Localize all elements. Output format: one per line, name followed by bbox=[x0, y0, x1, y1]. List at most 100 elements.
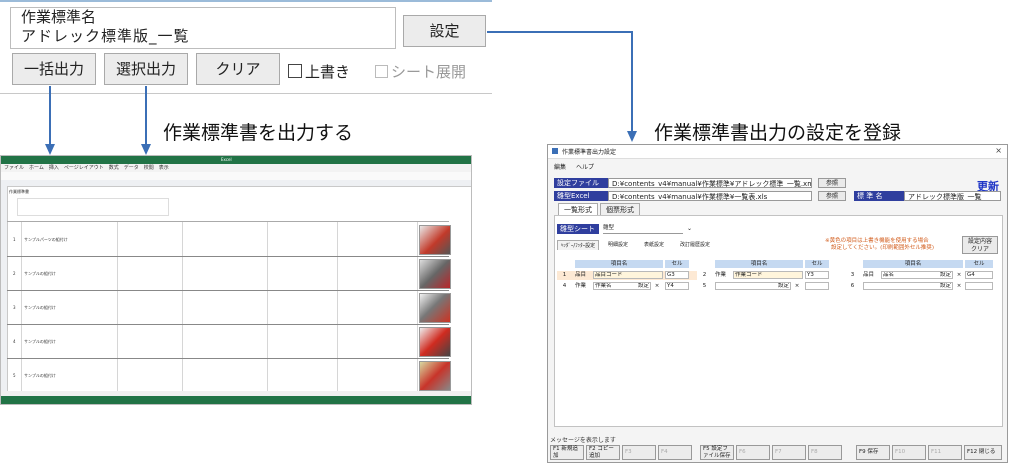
settings-file-browse-button[interactable]: 参照 bbox=[818, 178, 846, 188]
photo-image bbox=[419, 293, 451, 323]
arrow-down-icon bbox=[45, 144, 55, 155]
clear-x-icon[interactable]: × bbox=[653, 282, 661, 291]
item-name-field[interactable]: 作業名 設定 bbox=[593, 282, 651, 290]
item-name-field[interactable]: 設定 bbox=[863, 282, 953, 290]
function-key-bar: F1 新規追加 F2 コピー追加 F3 F4 F5 設定ファイル保存 F6 F7… bbox=[550, 445, 1005, 460]
template-sheet-select[interactable]: 雛型 bbox=[603, 224, 683, 234]
excel-ribbon-tabs: ファイル ホーム 挿入 ページレイアウト 数式 データ 校閲 表示 bbox=[1, 164, 471, 172]
bulk-output-button[interactable]: 一括出力 bbox=[12, 53, 96, 85]
item-name-field[interactable]: 設定 bbox=[715, 282, 791, 290]
col-header-cell: セル bbox=[965, 260, 993, 268]
row-no: 1 bbox=[562, 272, 567, 278]
grid-row-line bbox=[7, 290, 449, 291]
excel-status-bar bbox=[1, 396, 471, 404]
row-no: 5 bbox=[702, 283, 707, 289]
grid-row-line bbox=[7, 358, 449, 359]
standard-name-label: 作業標準名 bbox=[21, 8, 97, 26]
excel-info-block bbox=[17, 198, 169, 216]
set-label[interactable]: 設定 bbox=[940, 283, 951, 289]
excel-column-header bbox=[1, 180, 471, 187]
panel-top-border bbox=[0, 0, 492, 2]
row-no: 6 bbox=[850, 283, 855, 289]
overwrite-checkbox[interactable] bbox=[288, 64, 302, 78]
excel-row-label: サンプルパーツの組付け bbox=[24, 237, 68, 242]
template-excel-input[interactable]: D:¥contents_v4¥manual¥作業標準¥一覧表.xls bbox=[608, 191, 812, 201]
settings-file-input[interactable]: D:¥contents_v4¥manual¥作業標準¥アドレック標準_一覧.xm… bbox=[608, 178, 812, 188]
clear-button[interactable]: クリア bbox=[196, 53, 280, 85]
menu-help[interactable]: ヘルプ bbox=[576, 164, 594, 171]
panel-bottom-border bbox=[0, 93, 492, 94]
cell-field[interactable]: Y3 bbox=[805, 271, 829, 279]
cell-field[interactable]: G3 bbox=[665, 271, 689, 279]
close-icon[interactable]: × bbox=[995, 146, 1002, 155]
cell-field[interactable]: G4 bbox=[965, 271, 993, 279]
selected-output-button[interactable]: 選択出力 bbox=[104, 53, 188, 85]
photo-image bbox=[419, 361, 451, 391]
settings-button[interactable]: 設定 bbox=[403, 15, 486, 47]
item-kind: 品目 bbox=[575, 272, 587, 278]
cell-field[interactable]: Y4 bbox=[665, 282, 689, 290]
menu-bar: 編集 ヘルプ bbox=[554, 162, 602, 171]
clear-x-icon[interactable]: × bbox=[955, 271, 963, 280]
item-name-value: 品名 bbox=[883, 272, 895, 278]
set-label[interactable]: 設定 bbox=[778, 283, 789, 289]
f7-button: F7 bbox=[772, 445, 806, 460]
photo-image bbox=[419, 225, 451, 255]
standard-name-value[interactable]: アドレック標準版_一覧 bbox=[21, 25, 190, 46]
cell-field[interactable] bbox=[965, 282, 993, 290]
settings-file-label: 設定ファイル bbox=[554, 178, 608, 188]
subtab-revision[interactable]: 改訂履歴設定 bbox=[673, 240, 717, 250]
cell-field[interactable] bbox=[805, 282, 829, 290]
template-excel-browse-button[interactable]: 参照 bbox=[818, 191, 846, 201]
f5-save-settings-button[interactable]: F5 設定ファイル保存 bbox=[700, 445, 734, 460]
set-label[interactable]: 設定 bbox=[940, 272, 951, 278]
set-label[interactable]: 設定 bbox=[638, 283, 649, 289]
subtab-cover[interactable]: 表紙設定 bbox=[639, 240, 669, 250]
f12-close-button[interactable]: F12 閉じる bbox=[964, 445, 1002, 460]
item-name-value: 作業名 bbox=[595, 283, 612, 289]
f2-copy-button[interactable]: F2 コピー追加 bbox=[586, 445, 620, 460]
excel-row-label: サンプルの組付け bbox=[24, 271, 56, 276]
caption-settings: 作業標準書出力の設定を登録 bbox=[654, 122, 902, 144]
sheet-expand-label: シート展開 bbox=[391, 63, 467, 81]
template-sheet-label: 雛型シート名 bbox=[557, 224, 599, 243]
excel-row-no: 2 bbox=[13, 271, 16, 276]
subtab-detail[interactable]: 明細設定 bbox=[603, 240, 633, 250]
subtab-header-footer[interactable]: ﾍｯﾀﾞｰ/ﾌｯﾀｰ設定 bbox=[557, 240, 599, 250]
excel-row-no: 1 bbox=[13, 237, 16, 242]
excel-row-no: 5 bbox=[13, 373, 16, 378]
clear-settings-button[interactable]: 設定内容 クリア bbox=[962, 236, 998, 254]
grid-col-line bbox=[21, 222, 22, 392]
grid-col-line bbox=[417, 222, 418, 392]
f11-button: F11 bbox=[928, 445, 962, 460]
item-name-field[interactable]: 作業コード bbox=[733, 271, 803, 279]
item-name-field[interactable]: 品名 設定 bbox=[881, 271, 953, 279]
standard-name-input[interactable]: アドレック標準版_一覧 bbox=[904, 191, 1001, 201]
menu-edit[interactable]: 編集 bbox=[554, 164, 566, 171]
chevron-down-icon[interactable]: ⌄ bbox=[687, 224, 692, 233]
excel-window-title: Excel bbox=[221, 157, 232, 162]
excel-row-label: サンプルの組付け bbox=[24, 339, 56, 344]
row-no: 3 bbox=[850, 272, 855, 278]
col-header-item: 項目名 bbox=[863, 260, 963, 268]
row-no: 4 bbox=[562, 283, 567, 289]
arrow-line-settings-v bbox=[631, 31, 633, 131]
excel-row-no: 4 bbox=[13, 339, 16, 344]
standard-name-label: 標 準 名 bbox=[854, 191, 904, 201]
sheet-expand-checkbox bbox=[375, 65, 388, 78]
f9-save-button[interactable]: F9 保存 bbox=[856, 445, 890, 460]
photo-image bbox=[419, 327, 451, 357]
clear-x-icon[interactable]: × bbox=[955, 282, 963, 291]
excel-row-label: サンプルの組付け bbox=[24, 373, 56, 378]
overwrite-label: 上書き bbox=[305, 63, 351, 81]
message-area: メッセージを表示します bbox=[550, 437, 616, 444]
f1-new-button[interactable]: F1 新規追加 bbox=[550, 445, 584, 460]
arrow-down-icon bbox=[627, 131, 637, 142]
item-name-field[interactable]: 品目コード bbox=[593, 271, 663, 279]
dialog-title: 作業標準書出力設定 bbox=[562, 149, 617, 156]
grid-col-line bbox=[267, 222, 268, 392]
grid-col-line bbox=[182, 222, 183, 392]
clear-x-icon[interactable]: × bbox=[793, 282, 801, 291]
grid-col-line bbox=[117, 222, 118, 392]
col-header-item: 項目名 bbox=[575, 260, 663, 268]
